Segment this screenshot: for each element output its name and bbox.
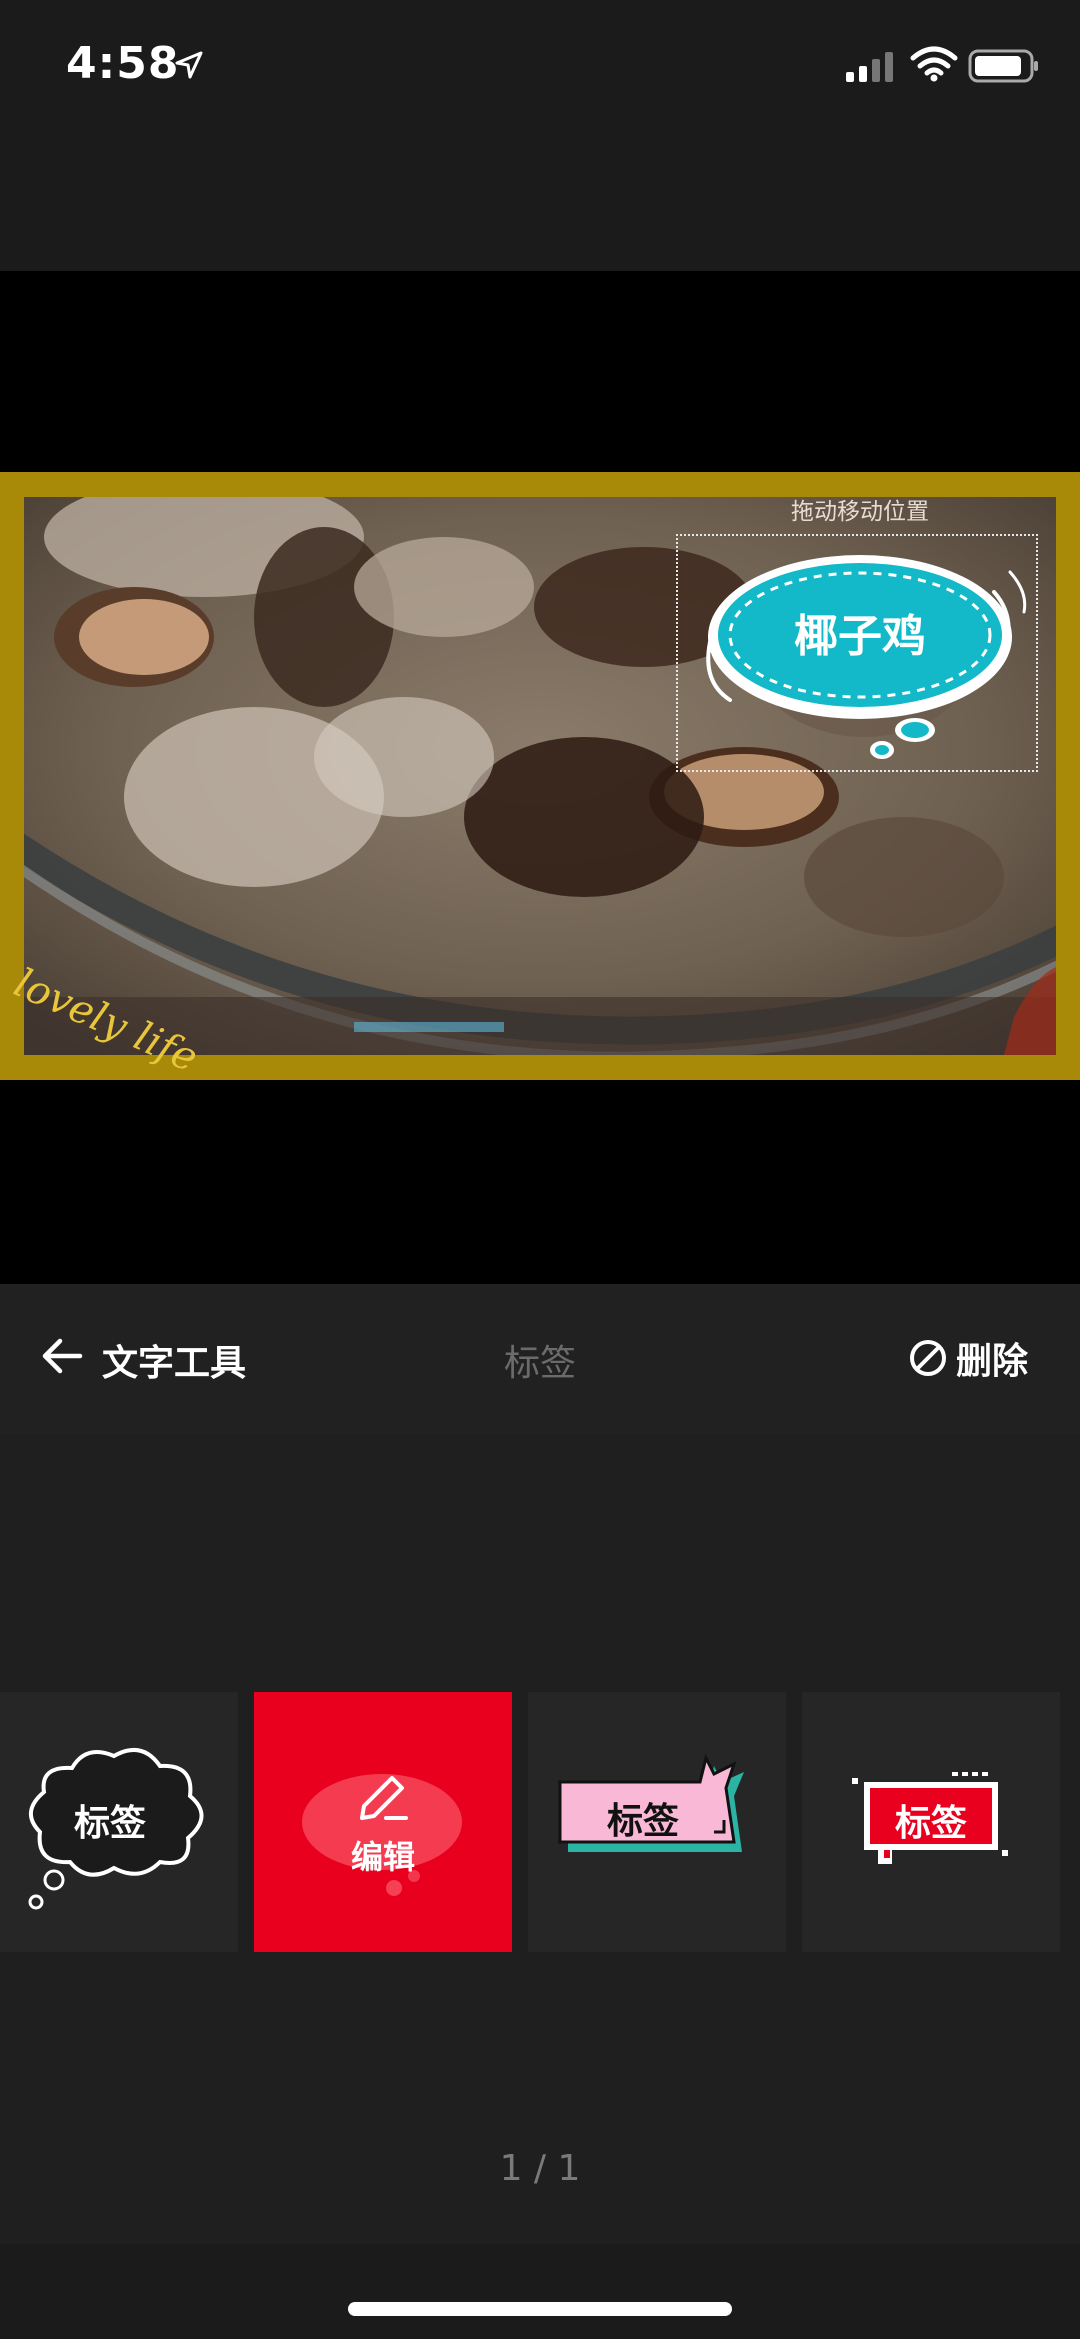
location-arrow-icon	[175, 51, 203, 79]
sticker-item-red-pixel[interactable]: 标签	[802, 1692, 1060, 1952]
home-indicator[interactable]	[348, 2302, 732, 2316]
back-arrow-icon[interactable]	[40, 1333, 86, 1379]
battery-icon	[968, 49, 1038, 83]
delete-button[interactable]: 删除	[908, 1332, 1028, 1384]
cellular-signal-icon	[846, 52, 893, 82]
page-indicator: 1 / 1	[499, 2148, 581, 2189]
sticker-item-cloud[interactable]: 标签	[0, 1692, 238, 1952]
wifi-icon	[910, 46, 958, 82]
speech-bubble-text: 椰子鸡	[794, 611, 926, 662]
edit-label: 编辑	[350, 1838, 415, 1876]
delete-label: 删除	[956, 1341, 1029, 1382]
pencil-icon	[360, 1776, 408, 1820]
sticker-item-edit[interactable]: 编辑	[254, 1692, 512, 1952]
sticker-item-pink-comic[interactable]: 标签	[528, 1692, 786, 1952]
tab-label-category[interactable]: 标签	[440, 1334, 640, 1386]
sticker-carousel[interactable]: 标签 编辑 标签 标签	[0, 1692, 1080, 1952]
sticker-label: 标签	[606, 1801, 679, 1842]
home-bar-area	[0, 2244, 1080, 2339]
top-spacer	[0, 135, 1080, 271]
prohibited-icon	[910, 1340, 946, 1376]
sticker-label: 标签	[894, 1803, 967, 1844]
back-button-label[interactable]: 文字工具	[102, 1334, 246, 1386]
status-time: 4:58	[66, 38, 180, 89]
drag-move-hint: 拖动移动位置	[791, 499, 929, 525]
sticker-label: 标签	[73, 1803, 146, 1844]
